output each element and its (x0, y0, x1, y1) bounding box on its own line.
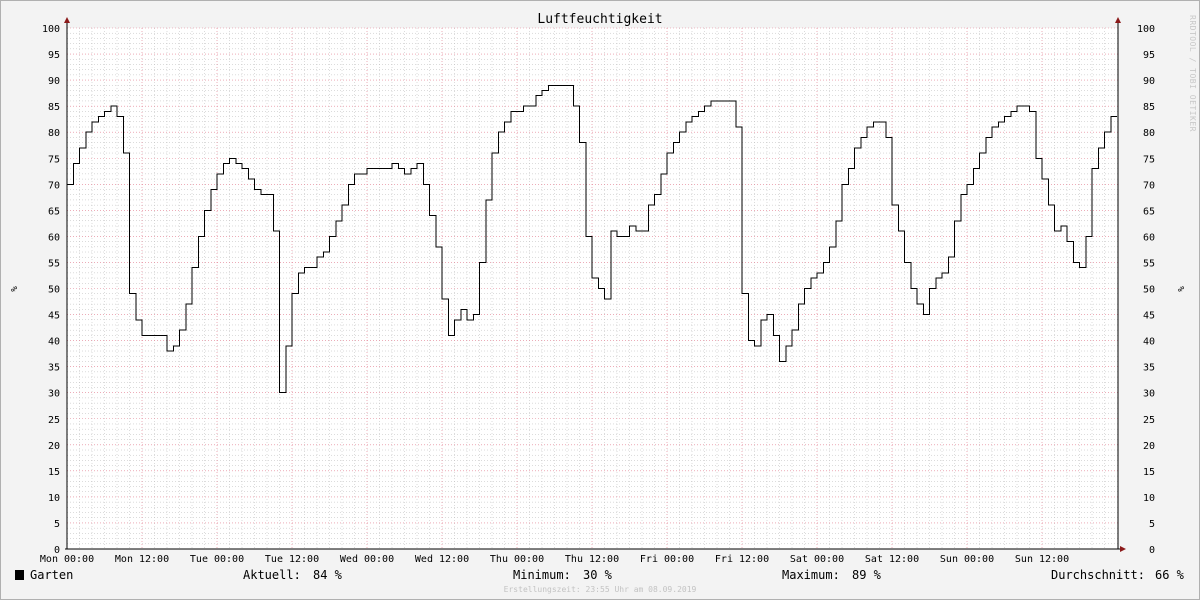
y-tick-label-left: 55 (48, 258, 60, 269)
x-tick-label: Tue 00:00 (190, 554, 244, 565)
watermark: RRDTOOL / TOBI OETIKER (1188, 15, 1197, 132)
x-tick-label: Sun 00:00 (940, 554, 994, 565)
x-ticks: Mon 00:00 Mon 12:00 Tue 00:00 Tue 12:00 Wed … (40, 554, 1069, 565)
y-tick-label-right: 75 (1143, 154, 1155, 165)
y-ticks-left: 0510152025303540455055606570758085909510… (42, 24, 60, 556)
y-tick-label-right: 65 (1143, 206, 1155, 217)
y-tick-label-left: 70 (48, 180, 60, 191)
x-tick-label: Sat 12:00 (865, 554, 919, 565)
y-tick-label-left: 65 (48, 206, 60, 217)
y-tick-label-right: 55 (1143, 258, 1155, 269)
x-tick-label: Wed 00:00 (340, 554, 394, 565)
y-tick-label-right: 45 (1143, 311, 1155, 322)
y-tick-label-right: 25 (1143, 415, 1155, 426)
y-tick-label-left: 90 (48, 76, 60, 87)
y-tick-label-left: 10 (48, 493, 60, 504)
y-tick-label-right: 95 (1143, 50, 1155, 61)
y-tick-label-right: 20 (1143, 441, 1155, 452)
y-tick-label-left: 5 (54, 519, 60, 530)
y-tick-label-right: 15 (1143, 467, 1155, 478)
y-tick-label-right: 40 (1143, 337, 1155, 348)
average-label: Durchschnitt: (1051, 568, 1145, 582)
y-tick-label-left: 80 (48, 128, 60, 139)
y-tick-label-left: 100 (42, 24, 60, 35)
x-tick-label: Thu 00:00 (490, 554, 544, 565)
y-tick-label-left: 20 (48, 441, 60, 452)
y-tick-label-right: 30 (1143, 389, 1155, 400)
x-tick-label: Wed 12:00 (415, 554, 469, 565)
y-tick-label-left: 60 (48, 232, 60, 243)
x-tick-label: Mon 00:00 (40, 554, 94, 565)
y-tick-label-right: 60 (1143, 232, 1155, 243)
y-tick-label-left: 85 (48, 102, 60, 113)
current-value: 84 % (313, 568, 343, 582)
legend-series-label: Garten (30, 568, 73, 582)
y-axis-label-left: % (8, 286, 18, 292)
maximum-value: 89 % (852, 568, 882, 582)
y-tick-label-right: 50 (1143, 285, 1155, 296)
x-tick-label: Mon 12:00 (115, 554, 169, 565)
minimum-label: Minimum: (513, 568, 571, 582)
x-axis-arrow (1120, 546, 1126, 552)
x-tick-label: Fri 12:00 (715, 554, 769, 565)
y-ticks-right: 0 5 10 15 20 25 30 35 40 45 50 55 60 65 70 75 80 85 90 95 10… (1137, 24, 1155, 556)
y-tick-label-right: 5 (1149, 519, 1155, 530)
legend-swatch (15, 570, 24, 580)
y-tick-label-right: 90 (1143, 76, 1155, 87)
y-tick-label-left: 15 (48, 467, 60, 478)
y-axis-label-right: % (1175, 286, 1185, 292)
current-label: Aktuell: (243, 568, 301, 582)
x-tick-label: Thu 12:00 (565, 554, 619, 565)
x-tick-label: Tue 12:00 (265, 554, 319, 565)
y-tick-label-right: 80 (1143, 128, 1155, 139)
y-tick-label-left: 50 (48, 285, 60, 296)
average-value: 66 % (1155, 568, 1185, 582)
y-tick-label-left: 25 (48, 415, 60, 426)
minimum-value: 30 % (583, 568, 613, 582)
chart-title: Luftfeuchtigkeit (537, 12, 662, 27)
y-tick-label-left: 75 (48, 154, 60, 165)
chart-svg: 0 5 10 15 20 25 30 35 40 45 50 55 60 65 70 75 80 85 90 95 10… (8, 12, 1197, 594)
y-tick-label-right: 85 (1143, 102, 1155, 113)
x-tick-label: Sun 12:00 (1015, 554, 1069, 565)
y-tick-label-left: 95 (48, 50, 60, 61)
x-tick-label: Fri 00:00 (640, 554, 694, 565)
y-axis-arrow-right (1115, 17, 1121, 23)
y-tick-label-left: 40 (48, 337, 60, 348)
y-tick-label-right: 70 (1143, 180, 1155, 191)
y-tick-label-left: 30 (48, 389, 60, 400)
x-tick-label: Sat 00:00 (790, 554, 844, 565)
creation-time: Erstellungszeit: 23:55 Uhr am 08.09.2019 (504, 585, 697, 594)
y-tick-label-right: 35 (1143, 363, 1155, 374)
y-tick-label-left: 45 (48, 311, 60, 322)
maximum-label: Maximum: (782, 568, 840, 582)
y-tick-label-left: 35 (48, 363, 60, 374)
y-tick-label-right: 10 (1143, 493, 1155, 504)
y-tick-label-right: 0 (1149, 545, 1155, 556)
y-tick-label-right: 100 (1137, 24, 1155, 35)
y-axis-arrow-left (64, 17, 70, 23)
